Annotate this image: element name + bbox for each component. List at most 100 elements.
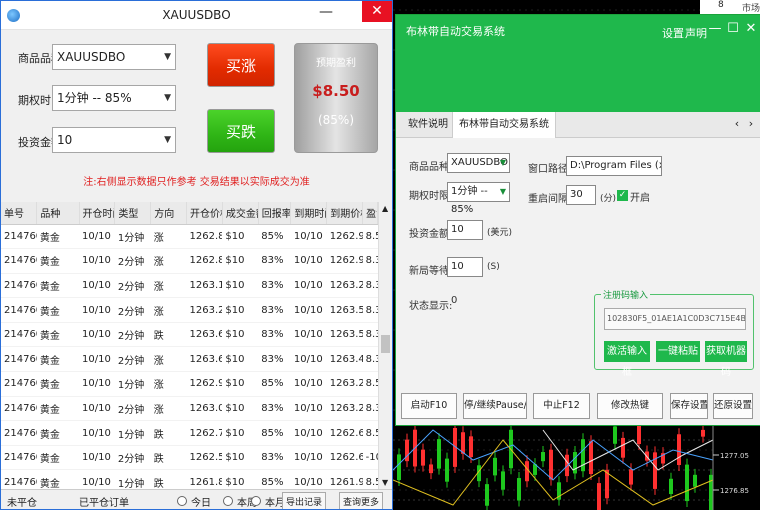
table-column-header[interactable]: 盈亏 [362, 202, 378, 225]
radio-month[interactable] [251, 496, 261, 506]
rw-restart-unit: (分) [600, 194, 617, 204]
table-cell: 黄金 [36, 297, 80, 323]
table-cell: 10/10 1 [79, 273, 115, 299]
export-button[interactable]: 导出记录 [282, 492, 327, 509]
table-row[interactable]: 2147600黄金10/10 12分钟跌1262.59$1083%10/10 1… [1, 445, 378, 471]
minimize-button[interactable]: — [706, 21, 724, 36]
tab-prev-icon[interactable]: ‹ [730, 117, 744, 130]
minimize-button[interactable]: — [314, 4, 338, 24]
edit-hotkey-button[interactable]: 修改热键 [597, 393, 663, 419]
candle-body [669, 478, 673, 495]
table-scrollbar[interactable]: ▲ ▼ [378, 202, 392, 489]
tab-next-icon[interactable]: › [744, 117, 758, 130]
table-column-header[interactable]: 品种 [36, 202, 80, 225]
tab-closed-orders[interactable]: 已平仓订单 [79, 494, 129, 509]
start-button[interactable]: 启动F10 [401, 393, 457, 419]
scroll-up-icon[interactable]: ▲ [382, 204, 388, 213]
table-cell: 2147600 [1, 224, 37, 250]
table-column-header[interactable]: 单号 [1, 202, 38, 225]
candle-body [677, 434, 681, 466]
table-row[interactable]: 2147600黄金10/10 12分钟涨1263.04$1083%10/10 1… [1, 396, 378, 422]
table-column-header[interactable]: 到期时间 [290, 202, 328, 225]
table-cell: 10/10 1 [79, 469, 115, 489]
close-button[interactable]: ✕ [362, 1, 392, 22]
restore-settings-button[interactable]: 还原设置 [713, 393, 753, 419]
table-cell: 2147600 [1, 420, 37, 446]
table-cell: 8.5 [362, 469, 378, 489]
table-column-header[interactable]: 回报率 [258, 202, 292, 225]
maximize-button[interactable]: ☐ [724, 21, 742, 36]
table-cell: 1263.54 [326, 322, 363, 348]
candle-body [461, 432, 465, 454]
candle-body [437, 439, 441, 469]
table-row[interactable]: 2147600黄金10/10 12分钟跌1263.62$1083%10/10 1… [1, 322, 378, 348]
table-row[interactable]: 2147600黄金10/10 11分钟跌1261.87$1085%10/10 1… [1, 469, 378, 489]
table-column-header[interactable]: 开仓时间 [79, 202, 116, 225]
table-column-header[interactable]: 到期价格 [326, 202, 364, 225]
table-cell: 跌 [150, 420, 187, 446]
table-row[interactable]: 2147600黄金10/10 12分钟涨1263.15$1083%10/10 1… [1, 273, 378, 299]
activate-input-button[interactable]: 激活输入框 [604, 341, 650, 378]
tab-software-info[interactable]: 软件说明 [402, 112, 454, 138]
table-cell: $10 [222, 297, 259, 323]
rw-restart-input[interactable]: 30 [566, 185, 596, 205]
table-cell: $10 [222, 322, 259, 348]
save-settings-button[interactable]: 保存设置 [670, 393, 708, 419]
price-tick-label: 1277.05 [720, 452, 749, 460]
settings-link[interactable]: 设置 [662, 25, 684, 41]
help-link[interactable]: 声明 [685, 25, 707, 41]
table-column-header[interactable]: 成交金额 [222, 202, 259, 225]
query-more-button[interactable]: 查询更多 [339, 492, 384, 509]
scroll-down-icon[interactable]: ▼ [382, 478, 388, 487]
tab-bar: 软件说明 布林带自动交易系统 ‹ › [396, 112, 760, 138]
table-cell: 涨 [150, 396, 187, 422]
amount-select-value: 10 [57, 133, 73, 147]
table-cell: 83% [258, 322, 291, 348]
tab-bollinger-system[interactable]: 布林带自动交易系统 [452, 112, 556, 138]
table-cell: 1分钟 [114, 469, 151, 489]
chart-corner-text: 8 [718, 0, 724, 10]
radio-today[interactable] [177, 496, 187, 506]
pause-resume-button[interactable]: 停/继续Pause/Break [463, 393, 527, 419]
registration-code-input[interactable]: 102830F5_01AE1A1C0D3C715E4BAFA11D0B [604, 308, 746, 330]
rw-wait-input[interactable]: 10 [447, 257, 483, 277]
one-click-paste-button[interactable]: 一键粘贴 [656, 341, 700, 362]
table-row[interactable]: 2147600黄金10/10 12分钟涨1262.88$1083%10/10 1… [1, 248, 378, 274]
table-column-header[interactable]: 开仓价格 [186, 202, 223, 225]
table-row[interactable]: 2147600黄金10/10 12分钟涨1263.21$1083%10/10 1… [1, 297, 378, 323]
table-cell: $10 [222, 371, 259, 397]
table-row[interactable]: 2147600黄金10/10 12分钟涨1263.62$1083%10/10 1… [1, 346, 378, 373]
period-select[interactable]: 1分钟 -- 85% ▼ [52, 85, 176, 111]
scrollbar-thumb[interactable] [381, 335, 390, 353]
stop-button[interactable]: 中止F12 [533, 393, 590, 419]
table-column-header[interactable]: 类型 [114, 202, 152, 225]
buy-up-button[interactable]: 买涨 [207, 43, 275, 87]
rw-amount-input[interactable]: 10 [447, 220, 483, 240]
candle-body [517, 478, 521, 501]
table-row[interactable]: 2147600黄金10/10 11分钟跌1262.7$1085%10/10 11… [1, 420, 378, 446]
table-row[interactable]: 2147600黄金10/10 11分钟涨1262.88$1085%10/10 1… [1, 224, 378, 250]
buy-down-button[interactable]: 买跌 [207, 109, 275, 153]
rw-product-select[interactable]: XAUUSDBO ▼ [447, 153, 510, 173]
rw-product-label: 商品品种: [409, 162, 453, 173]
restart-checkbox[interactable]: ✓ [617, 190, 628, 201]
table-row[interactable]: 2147600黄金10/10 11分钟涨1262.97$1085%10/10 1… [1, 371, 378, 397]
rw-path-input[interactable]: D:\Program Files (x86)\Trust [566, 156, 662, 176]
table-cell: 83% [258, 297, 291, 323]
table-cell: 1分钟 [114, 420, 151, 446]
get-machine-code-button[interactable]: 获取机器码 [705, 341, 747, 378]
window-titlebar: XAUUSDBO — ✕ [1, 1, 392, 30]
radio-today-label: 今日 [191, 498, 211, 509]
tab-open-positions[interactable]: 未平仓 [7, 494, 37, 509]
table-cell: 8.3 [362, 322, 378, 348]
table-cell: 1262.7 [186, 420, 223, 446]
candle-body [589, 441, 593, 475]
product-select[interactable]: XAUUSDBO ▼ [52, 44, 176, 70]
table-header-row: 单号品种开仓时间类型方向开仓价格成交金额回报率到期时间到期价格盈亏 [1, 202, 378, 225]
amount-select[interactable]: 10 ▼ [52, 127, 176, 153]
close-button[interactable]: ✕ [742, 21, 760, 36]
table-column-header[interactable]: 方向 [150, 202, 188, 225]
rw-period-select[interactable]: 1分钟 -- 85% ▼ [447, 182, 510, 215]
table-cell: 83% [258, 445, 291, 471]
radio-week[interactable] [223, 496, 233, 506]
